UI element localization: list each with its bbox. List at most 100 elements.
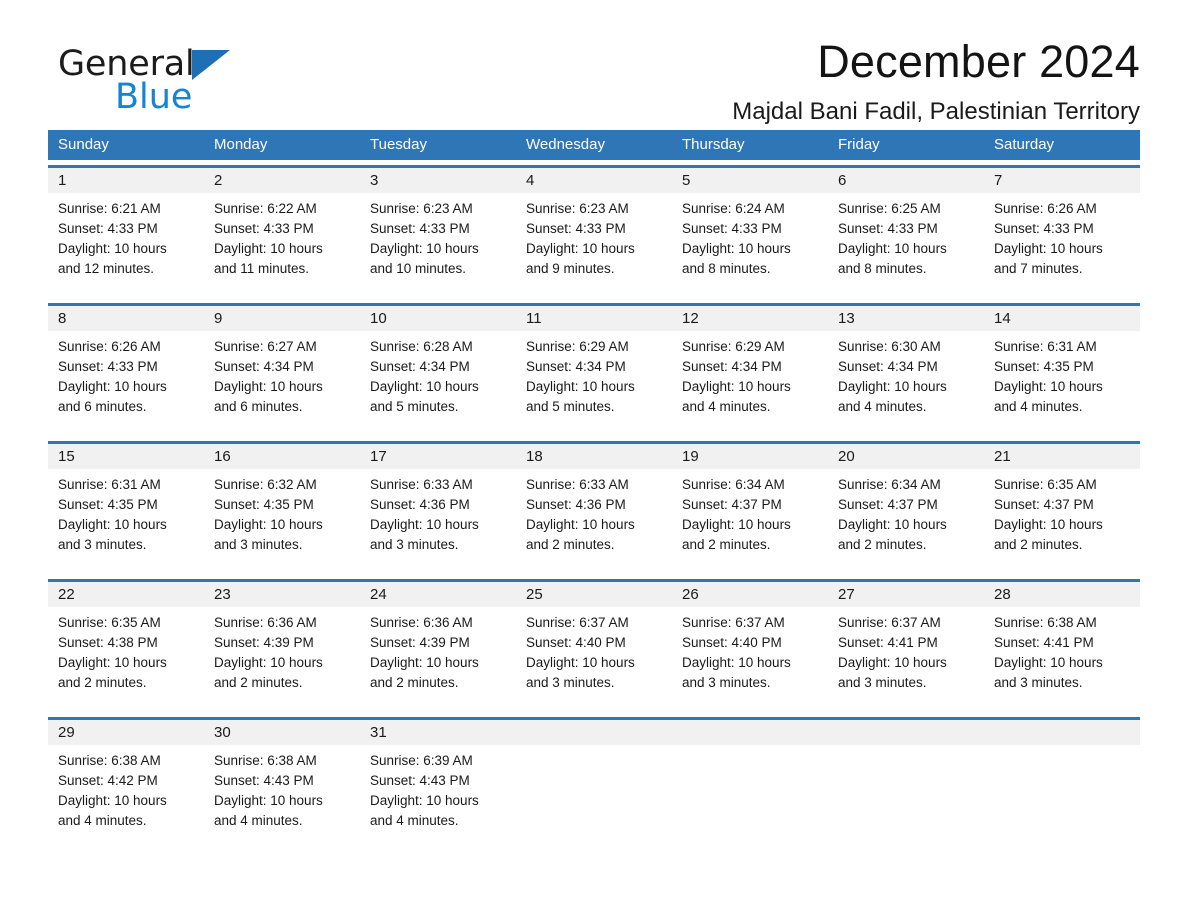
day-number[interactable]: 23 [204,582,360,607]
day-number[interactable]: 16 [204,444,360,469]
day-number[interactable]: 5 [672,168,828,193]
day-detail-row: Sunrise: 6:35 AM Sunset: 4:38 PM Dayligh… [48,607,1140,712]
day-cell[interactable]: Sunrise: 6:37 AM Sunset: 4:40 PM Dayligh… [516,607,672,712]
daylight-text-line1: Daylight: 10 hours [838,241,947,256]
day-number[interactable]: 2 [204,168,360,193]
day-number[interactable]: 14 [984,306,1140,331]
daylight-text-line2: and 7 minutes. [994,261,1083,276]
daylight-text-line2: and 5 minutes. [370,399,459,414]
day-number[interactable]: 12 [672,306,828,331]
day-number[interactable]: 21 [984,444,1140,469]
sunset-text: Sunset: 4:34 PM [526,359,626,374]
day-cell[interactable]: Sunrise: 6:38 AM Sunset: 4:43 PM Dayligh… [204,745,360,850]
day-cell[interactable]: Sunrise: 6:33 AM Sunset: 4:36 PM Dayligh… [516,469,672,574]
sunset-text: Sunset: 4:34 PM [370,359,470,374]
daylight-text-line2: and 4 minutes. [214,813,303,828]
daylight-text-line2: and 4 minutes. [370,813,459,828]
sunrise-text: Sunrise: 6:26 AM [58,339,161,354]
day-cell[interactable]: Sunrise: 6:39 AM Sunset: 4:43 PM Dayligh… [360,745,516,850]
sunrise-text: Sunrise: 6:27 AM [214,339,317,354]
day-number[interactable]: 11 [516,306,672,331]
day-cell[interactable]: Sunrise: 6:38 AM Sunset: 4:42 PM Dayligh… [48,745,204,850]
day-number[interactable]: 20 [828,444,984,469]
daylight-text-line1: Daylight: 10 hours [526,517,635,532]
sunrise-text: Sunrise: 6:26 AM [994,201,1097,216]
day-number[interactable]: 15 [48,444,204,469]
day-cell[interactable]: Sunrise: 6:29 AM Sunset: 4:34 PM Dayligh… [672,331,828,436]
day-number[interactable]: 9 [204,306,360,331]
sunrise-text: Sunrise: 6:25 AM [838,201,941,216]
day-cell[interactable]: Sunrise: 6:23 AM Sunset: 4:33 PM Dayligh… [360,193,516,298]
day-cell[interactable]: Sunrise: 6:32 AM Sunset: 4:35 PM Dayligh… [204,469,360,574]
daylight-text-line1: Daylight: 10 hours [58,517,167,532]
day-cell[interactable]: Sunrise: 6:27 AM Sunset: 4:34 PM Dayligh… [204,331,360,436]
daylight-text-line2: and 3 minutes. [370,537,459,552]
day-cell[interactable]: Sunrise: 6:31 AM Sunset: 4:35 PM Dayligh… [984,331,1140,436]
day-number[interactable]: 22 [48,582,204,607]
sunset-text: Sunset: 4:34 PM [682,359,782,374]
sunrise-text: Sunrise: 6:33 AM [370,477,473,492]
day-number[interactable]: 7 [984,168,1140,193]
sunrise-text: Sunrise: 6:34 AM [838,477,941,492]
day-number[interactable]: 29 [48,720,204,745]
sunset-text: Sunset: 4:38 PM [58,635,158,650]
daylight-text-line1: Daylight: 10 hours [214,793,323,808]
day-cell[interactable]: Sunrise: 6:38 AM Sunset: 4:41 PM Dayligh… [984,607,1140,712]
day-number[interactable]: 24 [360,582,516,607]
day-number[interactable]: 4 [516,168,672,193]
day-cell[interactable]: Sunrise: 6:35 AM Sunset: 4:37 PM Dayligh… [984,469,1140,574]
day-cell[interactable]: Sunrise: 6:31 AM Sunset: 4:35 PM Dayligh… [48,469,204,574]
day-number[interactable]: 6 [828,168,984,193]
day-cell[interactable]: Sunrise: 6:33 AM Sunset: 4:36 PM Dayligh… [360,469,516,574]
day-cell[interactable]: Sunrise: 6:34 AM Sunset: 4:37 PM Dayligh… [828,469,984,574]
day-number[interactable]: 19 [672,444,828,469]
calendar-week-row: 1 2 3 4 5 6 7 Sunrise: 6:21 AM Sunset: 4… [48,165,1140,298]
day-number[interactable]: 27 [828,582,984,607]
day-number[interactable]: 17 [360,444,516,469]
day-cell[interactable]: Sunrise: 6:22 AM Sunset: 4:33 PM Dayligh… [204,193,360,298]
day-detail-row: Sunrise: 6:38 AM Sunset: 4:42 PM Dayligh… [48,745,1140,850]
sunset-text: Sunset: 4:39 PM [214,635,314,650]
sunset-text: Sunset: 4:41 PM [838,635,938,650]
day-number[interactable]: 1 [48,168,204,193]
day-number[interactable]: 8 [48,306,204,331]
daylight-text-line2: and 2 minutes. [58,675,147,690]
calendar-grid: Sunday Monday Tuesday Wednesday Thursday… [48,130,1140,850]
day-cell[interactable]: Sunrise: 6:29 AM Sunset: 4:34 PM Dayligh… [516,331,672,436]
day-number[interactable]: 26 [672,582,828,607]
daylight-text-line2: and 3 minutes. [214,537,303,552]
day-cell[interactable]: Sunrise: 6:34 AM Sunset: 4:37 PM Dayligh… [672,469,828,574]
day-number[interactable]: 13 [828,306,984,331]
daylight-text-line2: and 11 minutes. [214,261,310,276]
day-cell[interactable]: Sunrise: 6:25 AM Sunset: 4:33 PM Dayligh… [828,193,984,298]
day-cell[interactable]: Sunrise: 6:26 AM Sunset: 4:33 PM Dayligh… [984,193,1140,298]
daylight-text-line2: and 6 minutes. [58,399,147,414]
calendar-week-row: 15 16 17 18 19 20 21 Sunrise: 6:31 AM Su… [48,441,1140,574]
daylight-text-line1: Daylight: 10 hours [838,655,947,670]
day-cell[interactable]: Sunrise: 6:37 AM Sunset: 4:41 PM Dayligh… [828,607,984,712]
day-cell[interactable]: Sunrise: 6:36 AM Sunset: 4:39 PM Dayligh… [360,607,516,712]
day-cell[interactable]: Sunrise: 6:23 AM Sunset: 4:33 PM Dayligh… [516,193,672,298]
sunrise-text: Sunrise: 6:31 AM [994,339,1097,354]
day-cell[interactable]: Sunrise: 6:28 AM Sunset: 4:34 PM Dayligh… [360,331,516,436]
daylight-text-line2: and 10 minutes. [370,261,467,276]
day-number[interactable]: 31 [360,720,516,745]
day-cell[interactable]: Sunrise: 6:36 AM Sunset: 4:39 PM Dayligh… [204,607,360,712]
day-number[interactable]: 25 [516,582,672,607]
day-cell[interactable]: Sunrise: 6:26 AM Sunset: 4:33 PM Dayligh… [48,331,204,436]
day-cell[interactable]: Sunrise: 6:35 AM Sunset: 4:38 PM Dayligh… [48,607,204,712]
day-cell[interactable]: Sunrise: 6:24 AM Sunset: 4:33 PM Dayligh… [672,193,828,298]
daylight-text-line1: Daylight: 10 hours [838,379,947,394]
day-number[interactable]: 3 [360,168,516,193]
day-number[interactable]: 18 [516,444,672,469]
day-cell[interactable]: Sunrise: 6:37 AM Sunset: 4:40 PM Dayligh… [672,607,828,712]
day-number[interactable]: 28 [984,582,1140,607]
day-number[interactable]: 30 [204,720,360,745]
sunset-text: Sunset: 4:37 PM [838,497,938,512]
day-cell[interactable]: Sunrise: 6:30 AM Sunset: 4:34 PM Dayligh… [828,331,984,436]
daylight-text-line2: and 4 minutes. [994,399,1083,414]
day-cell[interactable]: Sunrise: 6:21 AM Sunset: 4:33 PM Dayligh… [48,193,204,298]
sunrise-text: Sunrise: 6:38 AM [994,615,1097,630]
daylight-text-line2: and 2 minutes. [214,675,303,690]
day-number[interactable]: 10 [360,306,516,331]
